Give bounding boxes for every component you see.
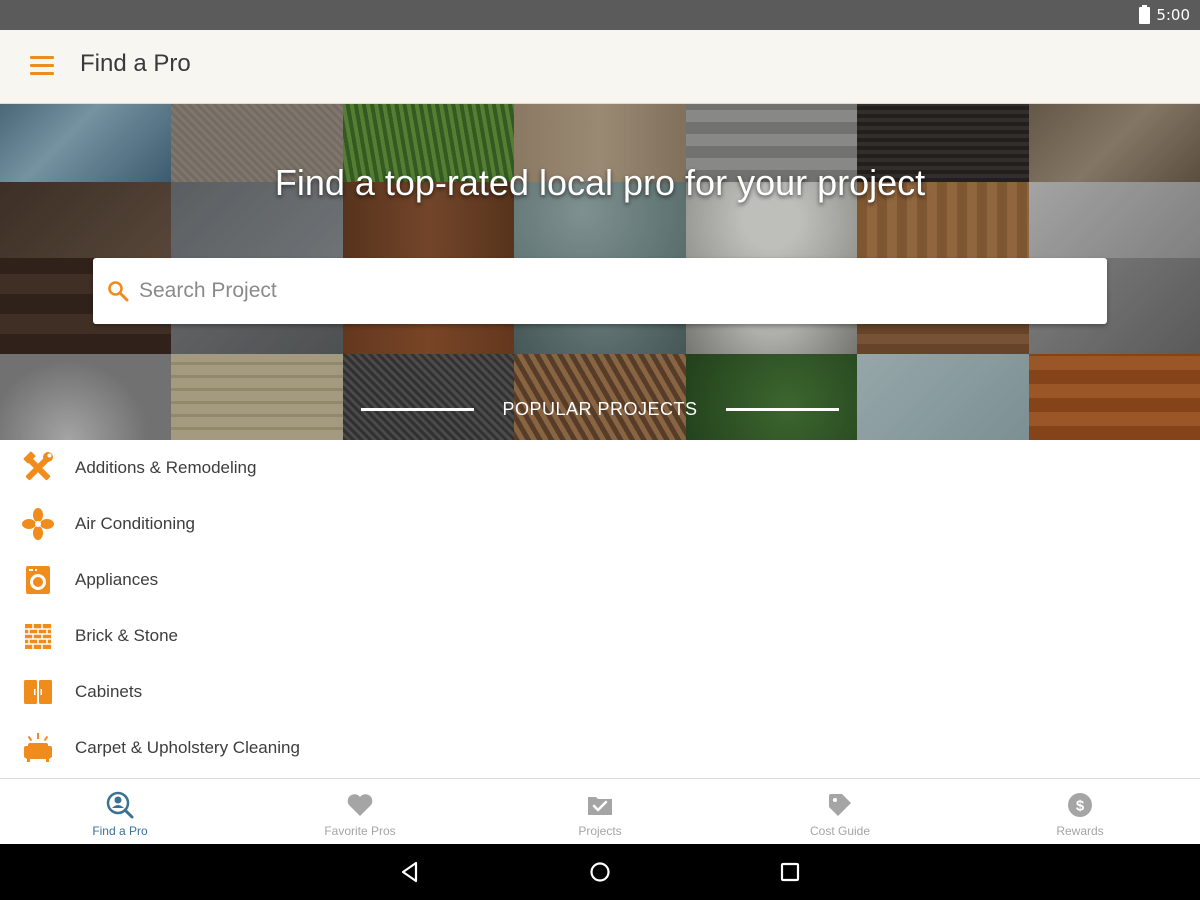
list-item-label: Cabinets bbox=[75, 682, 143, 701]
divider-line bbox=[361, 408, 475, 411]
home-icon[interactable] bbox=[586, 858, 614, 886]
search-input[interactable] bbox=[139, 258, 1079, 324]
bottom-navigation: Find a Pro Favorite Pros Projects Cost G… bbox=[0, 778, 1200, 844]
list-item-additions-remodeling[interactable]: Additions & Remodeling bbox=[0, 440, 1200, 496]
cabinet-icon bbox=[24, 680, 52, 704]
page-title: Find a Pro bbox=[80, 50, 191, 77]
list-item-cabinets[interactable]: Cabinets bbox=[0, 664, 1200, 720]
nav-label: Cost Guide bbox=[809, 824, 871, 838]
back-icon[interactable] bbox=[396, 858, 424, 886]
hero-headline: Find a top-rated local pro for your proj… bbox=[274, 162, 926, 203]
search-box[interactable] bbox=[93, 258, 1107, 324]
dollar-coin-icon: $ bbox=[1068, 793, 1092, 817]
find-pro-icon bbox=[106, 791, 134, 819]
nav-label: Favorite Pros bbox=[324, 824, 396, 838]
list-item-air-conditioning[interactable]: Air Conditioning bbox=[0, 496, 1200, 552]
recent-apps-icon[interactable] bbox=[776, 858, 804, 886]
fan-icon bbox=[22, 508, 54, 540]
hamburger-menu-icon[interactable] bbox=[30, 56, 54, 76]
project-list: Additions & Remodeling Air Conditioning … bbox=[0, 440, 1200, 778]
status-right: 5:00 bbox=[1139, 0, 1190, 30]
list-item-label: Carpet & Upholstery Cleaning bbox=[75, 738, 300, 757]
nav-tab-find-a-pro[interactable]: Find a Pro bbox=[0, 779, 240, 845]
list-item-brick-stone[interactable]: Brick & Stone bbox=[0, 608, 1200, 664]
nav-tab-rewards[interactable]: $ Rewards bbox=[960, 779, 1200, 845]
divider-line bbox=[725, 408, 839, 411]
list-item-label: Appliances bbox=[75, 570, 159, 589]
system-navigation-bar bbox=[0, 844, 1200, 900]
brick-wall-icon bbox=[25, 624, 51, 649]
app-bar: Find a Pro bbox=[0, 30, 1200, 104]
nav-tab-projects[interactable]: Projects bbox=[480, 779, 720, 845]
washing-machine-icon bbox=[26, 566, 50, 594]
list-item-label: Brick & Stone bbox=[75, 626, 178, 645]
list-item-label: Additions & Remodeling bbox=[75, 458, 257, 477]
nav-tab-cost-guide[interactable]: Cost Guide bbox=[720, 779, 960, 845]
status-time: 5:00 bbox=[1156, 6, 1190, 24]
nav-label: Rewards bbox=[1056, 824, 1104, 838]
hero-banner: Find a top-rated local pro for your proj… bbox=[0, 104, 1200, 440]
popular-projects-heading: POPULAR PROJECTS bbox=[0, 399, 1200, 420]
hammer-wrench-icon bbox=[23, 451, 53, 481]
folder-check-icon bbox=[588, 797, 612, 815]
search-icon bbox=[108, 281, 129, 302]
svg-text:$: $ bbox=[1076, 798, 1085, 815]
list-item-appliances[interactable]: Appliances bbox=[0, 552, 1200, 608]
battery-icon bbox=[1139, 5, 1151, 24]
list-item-label: Air Conditioning bbox=[75, 514, 196, 533]
price-tag-icon bbox=[829, 794, 851, 816]
status-bar: 5:00 bbox=[0, 0, 1200, 30]
list-item-carpet-upholstery[interactable]: Carpet & Upholstery Cleaning bbox=[0, 720, 1200, 776]
heart-icon bbox=[347, 794, 373, 816]
popular-projects-label: POPULAR PROJECTS bbox=[502, 399, 698, 419]
nav-label: Find a Pro bbox=[92, 824, 148, 838]
nav-tab-favorite-pros[interactable]: Favorite Pros bbox=[240, 779, 480, 845]
sofa-icon bbox=[24, 733, 52, 762]
nav-label: Projects bbox=[578, 824, 622, 838]
